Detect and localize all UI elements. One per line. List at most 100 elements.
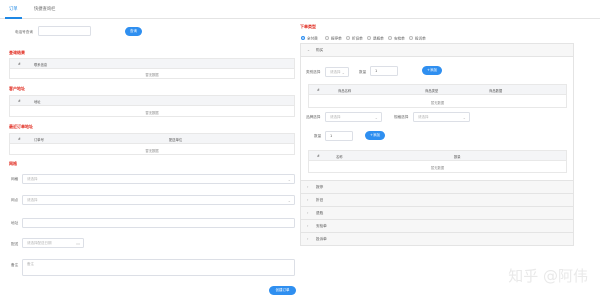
empty-text: 暂无数据: [145, 111, 159, 115]
brand-select[interactable]: 请选择 ⌄: [325, 112, 382, 122]
order-type-radio[interactable]: 安检单: [388, 36, 405, 42]
chevron-down-icon: ⌄: [341, 70, 345, 75]
radio-label: 投诉单: [415, 36, 426, 41]
radio-label: 折旧单: [352, 36, 363, 41]
chevron-down-icon: ⌄: [462, 115, 466, 120]
chevron-right-icon: ›: [307, 198, 309, 202]
goods-table: # 商品名称 商品类型 商品数据 暂无数据: [308, 84, 567, 108]
panel-title: 报停: [316, 185, 324, 189]
radio-label: 退瓶单: [373, 36, 384, 41]
remark-textarea[interactable]: 备注: [22, 259, 295, 276]
order-type-title: 下单类型: [300, 24, 316, 29]
chevron-right-icon: ›: [307, 237, 309, 241]
grid-select[interactable]: 请选择 ⌄: [22, 174, 295, 184]
radio-dot: [388, 36, 392, 40]
outlet-select-placeholder: 请选择: [27, 198, 38, 202]
tab-bar: 订单 快捷查询栏: [0, 0, 600, 19]
collapse-panel-depreciation[interactable]: › 折旧: [300, 194, 574, 207]
col-product-data: 商品数据: [489, 89, 503, 93]
phone-query-label: 电话号查询: [15, 30, 33, 34]
phone-query-input[interactable]: [38, 26, 91, 36]
brand-label: 品牌选择: [306, 115, 321, 119]
calendar-icon: ▭: [76, 241, 80, 246]
create-order-button[interactable]: 创建订单: [269, 286, 296, 295]
order-type-radio[interactable]: 退瓶单: [367, 36, 384, 42]
category-select-placeholder: 请选择: [330, 70, 341, 74]
col-order-no: 订单号: [34, 138, 44, 142]
add-product-button[interactable]: +添加: [422, 66, 442, 75]
add-bottle-button[interactable]: +添加: [365, 131, 385, 140]
order-type-radio[interactable]: 报停单: [325, 36, 342, 42]
outlet-select[interactable]: 请选择 ⌄: [22, 195, 295, 205]
tab-quick-query[interactable]: 快捷查询栏: [34, 6, 55, 12]
collapse-panel-return-bottle[interactable]: › 退瓶: [300, 207, 574, 220]
radio-dot: [325, 36, 329, 40]
category-select[interactable]: 请选择 ⌄: [325, 67, 349, 77]
chevron-down-icon: ⌄: [374, 115, 378, 120]
table-header: # 名称 数量: [309, 151, 566, 161]
bottle-table: # 名称 数量 暂无数据: [308, 150, 567, 173]
category-label: 类别选择: [306, 70, 321, 74]
radio-label: 全付费: [307, 36, 318, 41]
order-type-radio[interactable]: 投诉单: [409, 36, 426, 42]
tab-active-indicator: [5, 17, 22, 19]
table-header: # 订单号 配送单位: [10, 134, 294, 144]
grid-select-placeholder: 请选择: [27, 177, 38, 181]
col-product-name: 商品名称: [338, 89, 352, 93]
contact-table: # 联系信息 暂无数据: [9, 58, 295, 79]
phone-search-button[interactable]: 查询: [125, 27, 142, 36]
col-address: 地址: [34, 100, 41, 104]
radio-label: 安检单: [394, 36, 405, 41]
purchase-panel-title: 购买: [316, 48, 324, 52]
address-table: # 地址 暂无数据: [9, 95, 295, 117]
chevron-down-icon: ⌄: [287, 198, 291, 203]
col-contact: 联系信息: [34, 63, 48, 67]
col-name: 名称: [336, 155, 343, 159]
col-quantity: 数量: [454, 155, 461, 159]
watermark: 知乎 @阿伟: [508, 267, 588, 285]
spec-select[interactable]: 请选择 ⌄: [413, 112, 470, 122]
recent-orders-table: # 订单号 配送单位 暂无数据: [9, 133, 295, 155]
chevron-right-icon: ›: [307, 224, 309, 228]
panel-title: 投诉单: [316, 237, 327, 241]
collapse-panel-stop[interactable]: › 报停: [300, 181, 574, 194]
collapse-panel-complaint[interactable]: › 投诉单: [300, 233, 574, 246]
address-label: 地址: [11, 221, 19, 225]
quantity-label: 数量: [359, 70, 367, 74]
remark-label: 备注: [11, 263, 19, 267]
col-index: #: [317, 154, 320, 158]
chevron-down-icon: ⌄: [307, 48, 311, 52]
order-type-radio[interactable]: 折旧单: [346, 36, 363, 42]
empty-text: 暂无数据: [430, 101, 445, 105]
brand-select-placeholder: 请选择: [330, 115, 341, 119]
col-index: #: [18, 62, 21, 66]
purchase-panel-header[interactable]: ⌄ 购买: [301, 44, 573, 57]
col-delivery-unit: 配送单位: [169, 138, 183, 142]
collapse-panel-safety-check[interactable]: › 安检单: [300, 220, 574, 233]
spec-select-placeholder: 请选择: [418, 115, 429, 119]
address-input[interactable]: [22, 218, 295, 228]
radio-dot: [301, 36, 305, 40]
quantity-input[interactable]: 1: [325, 131, 353, 141]
delivery-date-picker[interactable]: 请选择配送日期 ▭: [22, 238, 84, 248]
spec-label: 规格选择: [394, 115, 409, 119]
chevron-right-icon: ›: [307, 185, 309, 189]
empty-text: 暂无数据: [430, 166, 445, 170]
radio-dot: [346, 36, 350, 40]
panel-title: 折旧: [316, 198, 324, 202]
col-index: #: [317, 88, 320, 92]
chevron-down-icon: ⌄: [287, 177, 291, 182]
radio-label: 报停单: [331, 36, 342, 41]
order-type-radio[interactable]: 全付费: [301, 36, 318, 42]
table-header: # 联系信息: [10, 59, 294, 69]
panel-title: 安检单: [316, 224, 327, 228]
col-product-type: 商品类型: [425, 89, 439, 93]
col-index: #: [18, 137, 21, 141]
chevron-right-icon: ›: [307, 211, 309, 215]
table-header: # 地址: [10, 96, 294, 106]
quantity-input[interactable]: 1: [370, 66, 398, 76]
tab-order[interactable]: 订单: [9, 6, 18, 12]
section-network: 网格: [9, 161, 17, 166]
empty-text: 暂无数据: [145, 73, 159, 77]
col-index: #: [18, 99, 21, 103]
